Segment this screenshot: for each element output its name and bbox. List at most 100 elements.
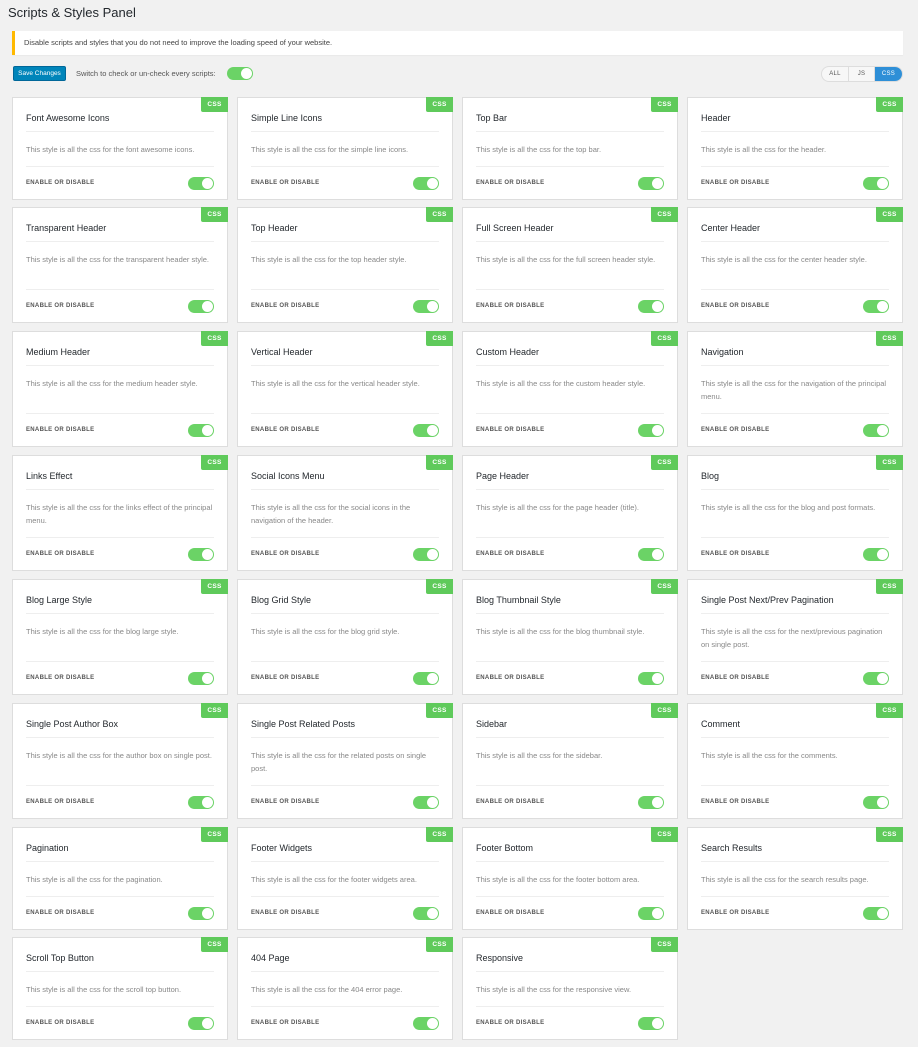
card-description: This style is all the css for the links … — [26, 490, 214, 538]
enable-toggle[interactable] — [638, 547, 664, 561]
enable-toggle[interactable] — [413, 795, 439, 809]
enable-disable-label: ENABLE OR DISABLE — [476, 675, 545, 681]
style-card: CSS Scroll Top Button This style is all th… — [12, 937, 228, 1040]
card-description: This style is all the css for the custom… — [476, 366, 664, 414]
style-card: CSS Social Icons Menu This style is all th… — [237, 455, 453, 571]
toggle-knob — [652, 907, 663, 919]
css-badge: CSS — [876, 455, 903, 470]
enable-toggle[interactable] — [413, 299, 439, 313]
card-footer: ENABLE OR DISABLE — [476, 414, 664, 446]
style-card: CSS Medium Header This style is all the cs… — [12, 331, 228, 447]
card-title: Blog Grid Style — [251, 580, 439, 614]
enable-toggle[interactable] — [863, 423, 889, 437]
enable-toggle[interactable] — [863, 299, 889, 313]
card-footer: ENABLE OR DISABLE — [251, 414, 439, 446]
enable-toggle[interactable] — [188, 795, 214, 809]
enable-toggle[interactable] — [188, 176, 214, 190]
filter-js-button[interactable]: JS — [849, 67, 875, 81]
css-badge: CSS — [876, 97, 903, 112]
enable-disable-label: ENABLE OR DISABLE — [476, 551, 545, 557]
css-badge: CSS — [876, 207, 903, 222]
card-description: This style is all the css for the center… — [701, 242, 889, 290]
card-footer: ENABLE OR DISABLE — [26, 786, 214, 818]
enable-disable-label: ENABLE OR DISABLE — [251, 303, 320, 309]
enable-toggle[interactable] — [188, 299, 214, 313]
toggle-knob — [202, 1017, 213, 1029]
card-description: This style is all the css for the respon… — [476, 972, 664, 1007]
enable-toggle[interactable] — [638, 176, 664, 190]
enable-toggle[interactable] — [188, 547, 214, 561]
css-badge: CSS — [651, 207, 678, 222]
enable-toggle[interactable] — [863, 176, 889, 190]
css-badge: CSS — [651, 455, 678, 470]
card-title: Medium Header — [26, 332, 214, 366]
card-description: This style is all the css for the blog a… — [701, 490, 889, 538]
card-title: Pagination — [26, 828, 214, 862]
master-toggle[interactable] — [227, 67, 253, 80]
card-footer: ENABLE OR DISABLE — [26, 167, 214, 199]
toggle-knob — [241, 68, 252, 79]
style-card: CSS Blog This style is all the css for the… — [687, 455, 903, 571]
card-footer: ENABLE OR DISABLE — [251, 662, 439, 694]
enable-toggle[interactable] — [413, 547, 439, 561]
enable-toggle[interactable] — [638, 423, 664, 437]
enable-toggle[interactable] — [413, 671, 439, 685]
card-title: Page Header — [476, 456, 664, 490]
enable-toggle[interactable] — [638, 795, 664, 809]
toggle-knob — [652, 672, 663, 684]
enable-toggle[interactable] — [413, 423, 439, 437]
style-card: CSS Transparent Header This style is all t… — [12, 207, 228, 323]
enable-toggle[interactable] — [413, 906, 439, 920]
info-notice: Disable scripts and styles that you do n… — [12, 31, 903, 55]
style-card: CSS Single Post Related Posts This style i… — [237, 703, 453, 819]
card-footer: ENABLE OR DISABLE — [26, 1007, 214, 1039]
enable-disable-label: ENABLE OR DISABLE — [476, 799, 545, 805]
enable-toggle[interactable] — [863, 547, 889, 561]
card-description: This style is all the css for the social… — [251, 490, 439, 538]
enable-toggle[interactable] — [188, 1016, 214, 1030]
toggle-knob — [202, 907, 213, 919]
card-title: Custom Header — [476, 332, 664, 366]
enable-toggle[interactable] — [863, 671, 889, 685]
save-changes-button[interactable]: Save Changes — [13, 66, 66, 81]
style-card: CSS Custom Header This style is all the cs… — [462, 331, 678, 447]
card-footer: ENABLE OR DISABLE — [701, 662, 889, 694]
css-badge: CSS — [651, 703, 678, 718]
card-footer: ENABLE OR DISABLE — [251, 538, 439, 570]
enable-toggle[interactable] — [863, 906, 889, 920]
enable-toggle[interactable] — [638, 906, 664, 920]
filter-all-button[interactable]: ALL — [822, 67, 849, 81]
enable-disable-label: ENABLE OR DISABLE — [26, 799, 95, 805]
enable-toggle[interactable] — [863, 795, 889, 809]
card-title: Social Icons Menu — [251, 456, 439, 490]
card-description: This style is all the css for the header… — [701, 132, 889, 167]
enable-toggle[interactable] — [638, 299, 664, 313]
css-badge: CSS — [876, 703, 903, 718]
card-description: This style is all the css for the font a… — [26, 132, 214, 167]
card-footer: ENABLE OR DISABLE — [701, 290, 889, 322]
style-card: CSS Search Results This style is all the c… — [687, 827, 903, 930]
card-title: Full Screen Header — [476, 208, 664, 242]
card-description: This style is all the css for the relate… — [251, 738, 439, 786]
css-badge: CSS — [201, 207, 228, 222]
enable-toggle[interactable] — [413, 176, 439, 190]
card-footer: ENABLE OR DISABLE — [251, 897, 439, 929]
enable-toggle[interactable] — [638, 671, 664, 685]
card-footer: ENABLE OR DISABLE — [701, 786, 889, 818]
style-card: CSS Page Header This style is all the css … — [462, 455, 678, 571]
filter-css-button[interactable]: CSS — [875, 67, 902, 81]
card-footer: ENABLE OR DISABLE — [251, 786, 439, 818]
enable-toggle[interactable] — [413, 1016, 439, 1030]
enable-disable-label: ENABLE OR DISABLE — [26, 551, 95, 557]
css-badge: CSS — [651, 97, 678, 112]
enable-toggle[interactable] — [188, 423, 214, 437]
card-title: Footer Widgets — [251, 828, 439, 862]
card-footer: ENABLE OR DISABLE — [251, 290, 439, 322]
card-title: Header — [701, 98, 889, 132]
card-title: Blog Large Style — [26, 580, 214, 614]
enable-toggle[interactable] — [638, 1016, 664, 1030]
css-badge: CSS — [426, 703, 453, 718]
card-description: This style is all the css for the scroll… — [26, 972, 214, 1007]
enable-toggle[interactable] — [188, 906, 214, 920]
enable-toggle[interactable] — [188, 671, 214, 685]
